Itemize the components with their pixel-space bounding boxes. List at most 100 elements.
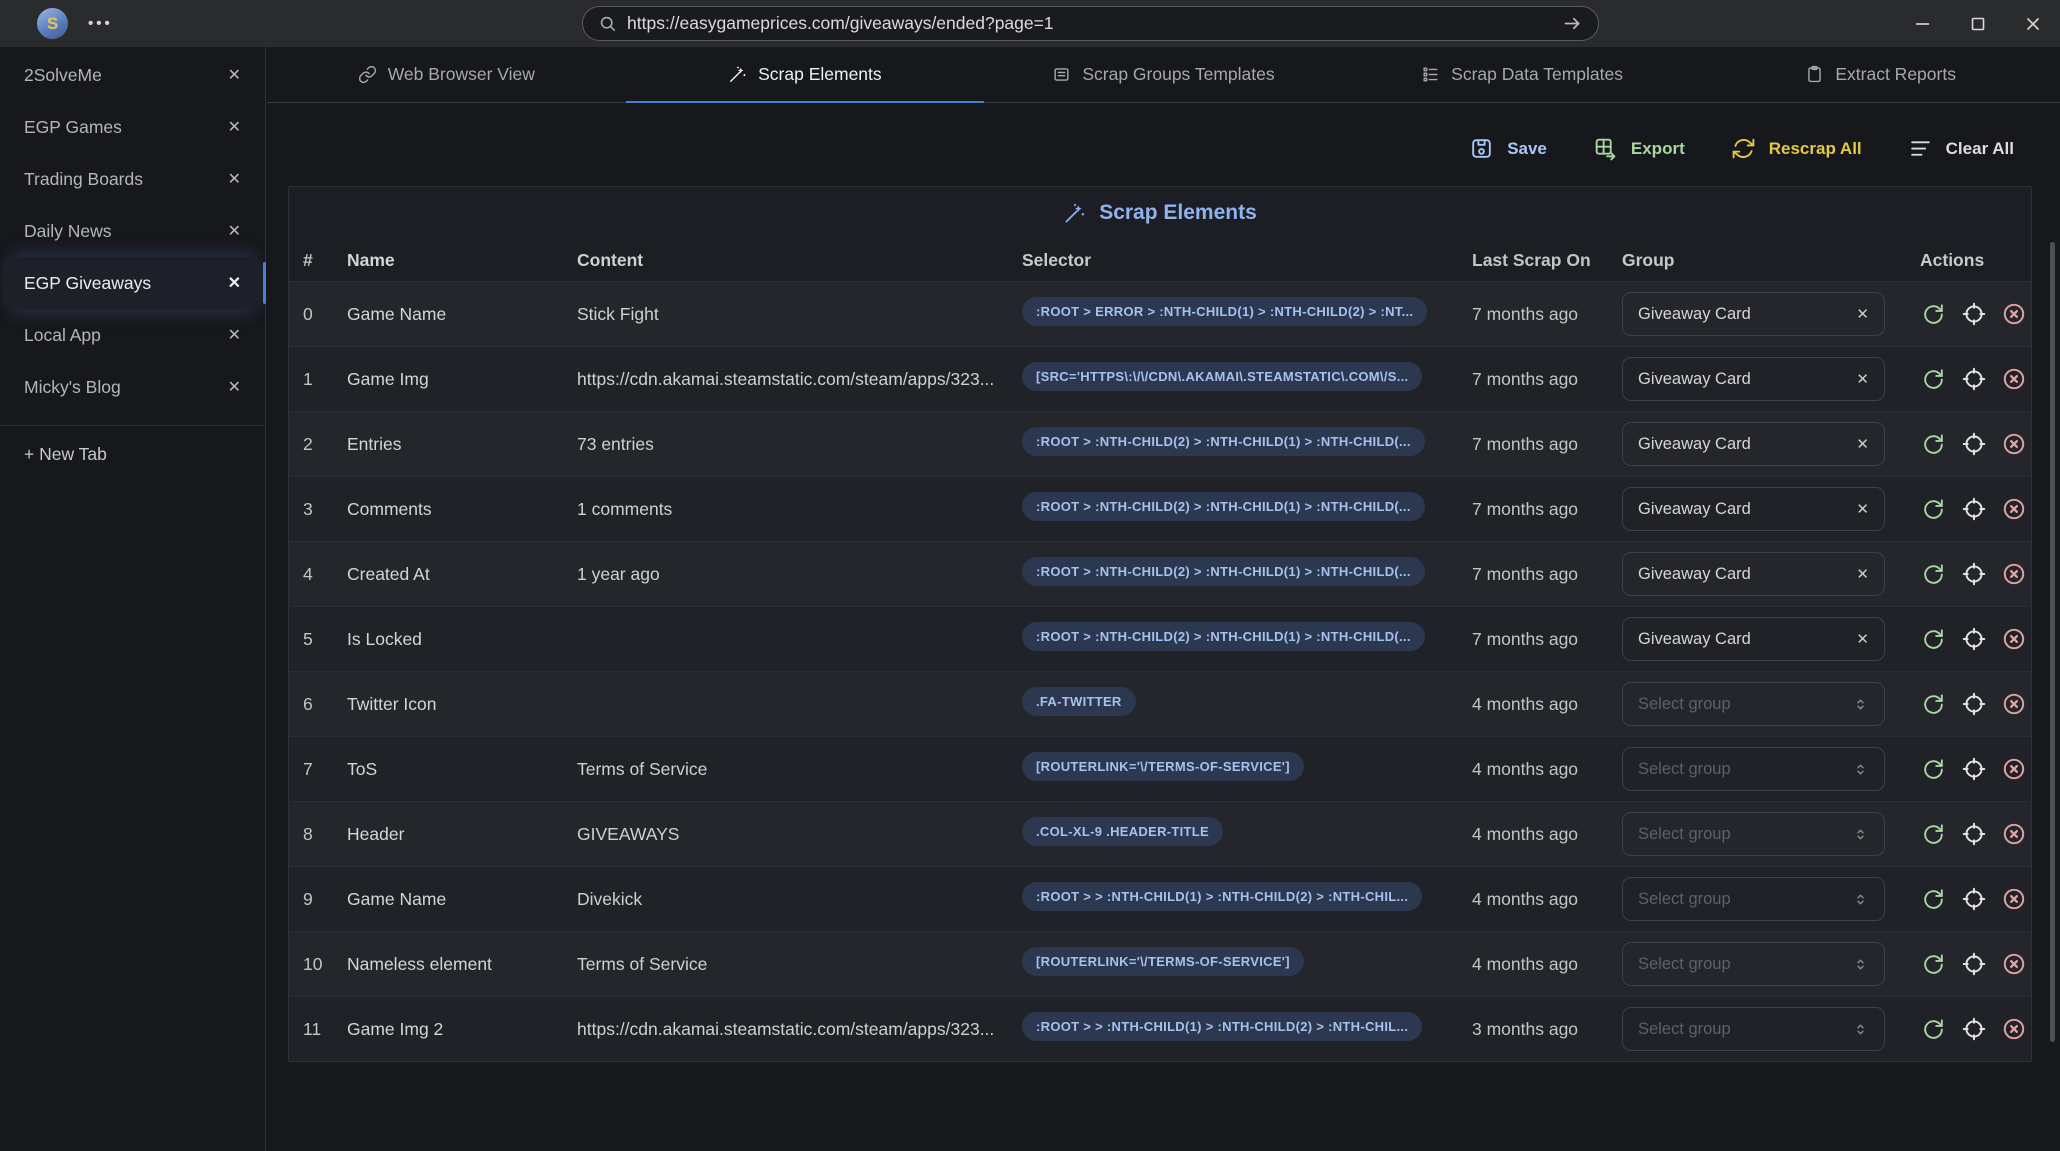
group-select[interactable]: Giveaway Card ✕ bbox=[1622, 487, 1885, 531]
sidebar-tab-trading-boards[interactable]: Trading Boards ✕ bbox=[2, 153, 263, 205]
locate-element-button[interactable] bbox=[1960, 821, 1987, 848]
rescrap-row-button[interactable] bbox=[1920, 626, 1947, 653]
tab-extract-reports[interactable]: Extract Reports bbox=[1701, 47, 2060, 102]
locate-element-button[interactable] bbox=[1960, 561, 1987, 588]
locate-element-button[interactable] bbox=[1960, 1016, 1987, 1043]
close-tab-icon[interactable]: ✕ bbox=[228, 117, 241, 137]
menu-dots-button[interactable]: ••• bbox=[88, 15, 113, 32]
selector-badge[interactable]: .COL-XL-9 .HEADER-TITLE bbox=[1022, 817, 1224, 846]
url-input[interactable]: https://easygameprices.com/giveaways/end… bbox=[627, 13, 1552, 34]
locate-element-button[interactable] bbox=[1960, 496, 1987, 523]
url-bar[interactable]: https://easygameprices.com/giveaways/end… bbox=[582, 6, 1599, 41]
group-select[interactable]: Giveaway Card ✕ bbox=[1622, 422, 1885, 466]
rescrap-row-button[interactable] bbox=[1920, 886, 1947, 913]
locate-element-button[interactable] bbox=[1960, 951, 1987, 978]
rescrap-row-button[interactable] bbox=[1920, 431, 1947, 458]
close-tab-icon[interactable]: ✕ bbox=[228, 377, 241, 397]
group-select[interactable]: Select group bbox=[1622, 942, 1885, 986]
remove-group-icon[interactable]: ✕ bbox=[1856, 370, 1869, 388]
close-tab-icon[interactable]: ✕ bbox=[228, 221, 241, 241]
delete-row-button[interactable] bbox=[2000, 756, 2027, 783]
sidebar-tab-egp-games[interactable]: EGP Games ✕ bbox=[2, 101, 263, 153]
delete-row-button[interactable] bbox=[2000, 366, 2027, 393]
group-select[interactable]: Giveaway Card ✕ bbox=[1622, 552, 1885, 596]
group-select[interactable]: Select group bbox=[1622, 877, 1885, 921]
locate-element-button[interactable] bbox=[1960, 756, 1987, 783]
sidebar-tab-egp-giveaways[interactable]: EGP Giveaways ✕ bbox=[2, 257, 266, 309]
group-select[interactable]: Giveaway Card ✕ bbox=[1622, 617, 1885, 661]
remove-group-icon[interactable]: ✕ bbox=[1856, 305, 1869, 323]
close-window-button[interactable] bbox=[2005, 0, 2060, 47]
delete-row-button[interactable] bbox=[2000, 431, 2027, 458]
selector-badge[interactable]: :ROOT > :NTH-CHILD(2) > :NTH-CHILD(1) > … bbox=[1022, 622, 1425, 651]
remove-group-icon[interactable]: ✕ bbox=[1856, 630, 1869, 648]
rescrap-all-button[interactable]: Rescrap All bbox=[1731, 136, 1862, 161]
delete-row-button[interactable] bbox=[2000, 301, 2027, 328]
selector-badge[interactable]: :ROOT > > :NTH-CHILD(1) > :NTH-CHILD(2) … bbox=[1022, 1012, 1423, 1041]
group-select[interactable]: Select group bbox=[1622, 812, 1885, 856]
maximize-button[interactable] bbox=[1950, 0, 2005, 47]
close-tab-icon[interactable]: ✕ bbox=[228, 65, 241, 85]
selector-badge[interactable]: [SRC='HTTPS\:\/\/CDN\.AKAMAI\.STEAMSTATI… bbox=[1022, 362, 1423, 391]
save-button[interactable]: Save bbox=[1469, 136, 1547, 161]
chevrons-icon[interactable] bbox=[1852, 826, 1869, 843]
tab-scrap-data-templates[interactable]: Scrap Data Templates bbox=[1343, 47, 1702, 102]
selector-badge[interactable]: :ROOT > ERROR > :NTH-CHILD(1) > :NTH-CHI… bbox=[1022, 297, 1428, 326]
selector-badge[interactable]: :ROOT > :NTH-CHILD(2) > :NTH-CHILD(1) > … bbox=[1022, 427, 1425, 456]
delete-row-button[interactable] bbox=[2000, 496, 2027, 523]
selector-badge[interactable]: :ROOT > > :NTH-CHILD(1) > :NTH-CHILD(2) … bbox=[1022, 882, 1423, 911]
minimize-button[interactable] bbox=[1895, 0, 1950, 47]
close-tab-icon[interactable]: ✕ bbox=[228, 169, 241, 189]
selector-badge[interactable]: .FA-TWITTER bbox=[1022, 687, 1136, 716]
rescrap-row-button[interactable] bbox=[1920, 821, 1947, 848]
chevrons-icon[interactable] bbox=[1852, 696, 1869, 713]
new-tab-button[interactable]: + New Tab bbox=[0, 426, 265, 482]
selector-badge[interactable]: [ROUTERLINK='\/TERMS-OF-SERVICE'] bbox=[1022, 947, 1304, 976]
sidebar-tab-micky-s-blog[interactable]: Micky's Blog ✕ bbox=[2, 361, 263, 413]
remove-group-icon[interactable]: ✕ bbox=[1856, 435, 1869, 453]
chevrons-icon[interactable] bbox=[1852, 1021, 1869, 1038]
tab-scrap-groups-templates[interactable]: Scrap Groups Templates bbox=[984, 47, 1343, 102]
group-select[interactable]: Giveaway Card ✕ bbox=[1622, 357, 1885, 401]
group-select[interactable]: Select group bbox=[1622, 1007, 1885, 1051]
locate-element-button[interactable] bbox=[1960, 366, 1987, 393]
remove-group-icon[interactable]: ✕ bbox=[1856, 500, 1869, 518]
locate-element-button[interactable] bbox=[1960, 626, 1987, 653]
selector-badge[interactable]: :ROOT > :NTH-CHILD(2) > :NTH-CHILD(1) > … bbox=[1022, 557, 1425, 586]
delete-row-button[interactable] bbox=[2000, 691, 2027, 718]
delete-row-button[interactable] bbox=[2000, 886, 2027, 913]
group-select[interactable]: Giveaway Card ✕ bbox=[1622, 292, 1885, 336]
app-logo[interactable]: S bbox=[37, 8, 68, 39]
chevrons-icon[interactable] bbox=[1852, 761, 1869, 778]
selector-badge[interactable]: :ROOT > :NTH-CHILD(2) > :NTH-CHILD(1) > … bbox=[1022, 492, 1425, 521]
delete-row-button[interactable] bbox=[2000, 561, 2027, 588]
remove-group-icon[interactable]: ✕ bbox=[1856, 565, 1869, 583]
delete-row-button[interactable] bbox=[2000, 626, 2027, 653]
sidebar-tab-2solveme[interactable]: 2SolveMe ✕ bbox=[2, 49, 263, 101]
rescrap-row-button[interactable] bbox=[1920, 561, 1947, 588]
close-tab-icon[interactable]: ✕ bbox=[228, 273, 241, 293]
rescrap-row-button[interactable] bbox=[1920, 691, 1947, 718]
locate-element-button[interactable] bbox=[1960, 886, 1987, 913]
go-arrow-icon[interactable] bbox=[1562, 13, 1583, 34]
tab-web-browser-view[interactable]: Web Browser View bbox=[267, 47, 626, 102]
group-select[interactable]: Select group bbox=[1622, 682, 1885, 726]
selector-badge[interactable]: [ROUTERLINK='\/TERMS-OF-SERVICE'] bbox=[1022, 752, 1304, 781]
rescrap-row-button[interactable] bbox=[1920, 951, 1947, 978]
close-tab-icon[interactable]: ✕ bbox=[228, 325, 241, 345]
sidebar-tab-daily-news[interactable]: Daily News ✕ bbox=[2, 205, 263, 257]
rescrap-row-button[interactable] bbox=[1920, 366, 1947, 393]
chevrons-icon[interactable] bbox=[1852, 956, 1869, 973]
tab-scrap-elements[interactable]: Scrap Elements bbox=[625, 47, 985, 103]
chevrons-icon[interactable] bbox=[1852, 891, 1869, 908]
sidebar-tab-local-app[interactable]: Local App ✕ bbox=[2, 309, 263, 361]
delete-row-button[interactable] bbox=[2000, 951, 2027, 978]
delete-row-button[interactable] bbox=[2000, 821, 2027, 848]
export-button[interactable]: Export bbox=[1593, 136, 1685, 161]
rescrap-row-button[interactable] bbox=[1920, 1016, 1947, 1043]
locate-element-button[interactable] bbox=[1960, 431, 1987, 458]
clear-all-button[interactable]: Clear All bbox=[1908, 136, 2014, 161]
rescrap-row-button[interactable] bbox=[1920, 496, 1947, 523]
rescrap-row-button[interactable] bbox=[1920, 301, 1947, 328]
scrollbar-thumb[interactable] bbox=[2050, 242, 2055, 1042]
